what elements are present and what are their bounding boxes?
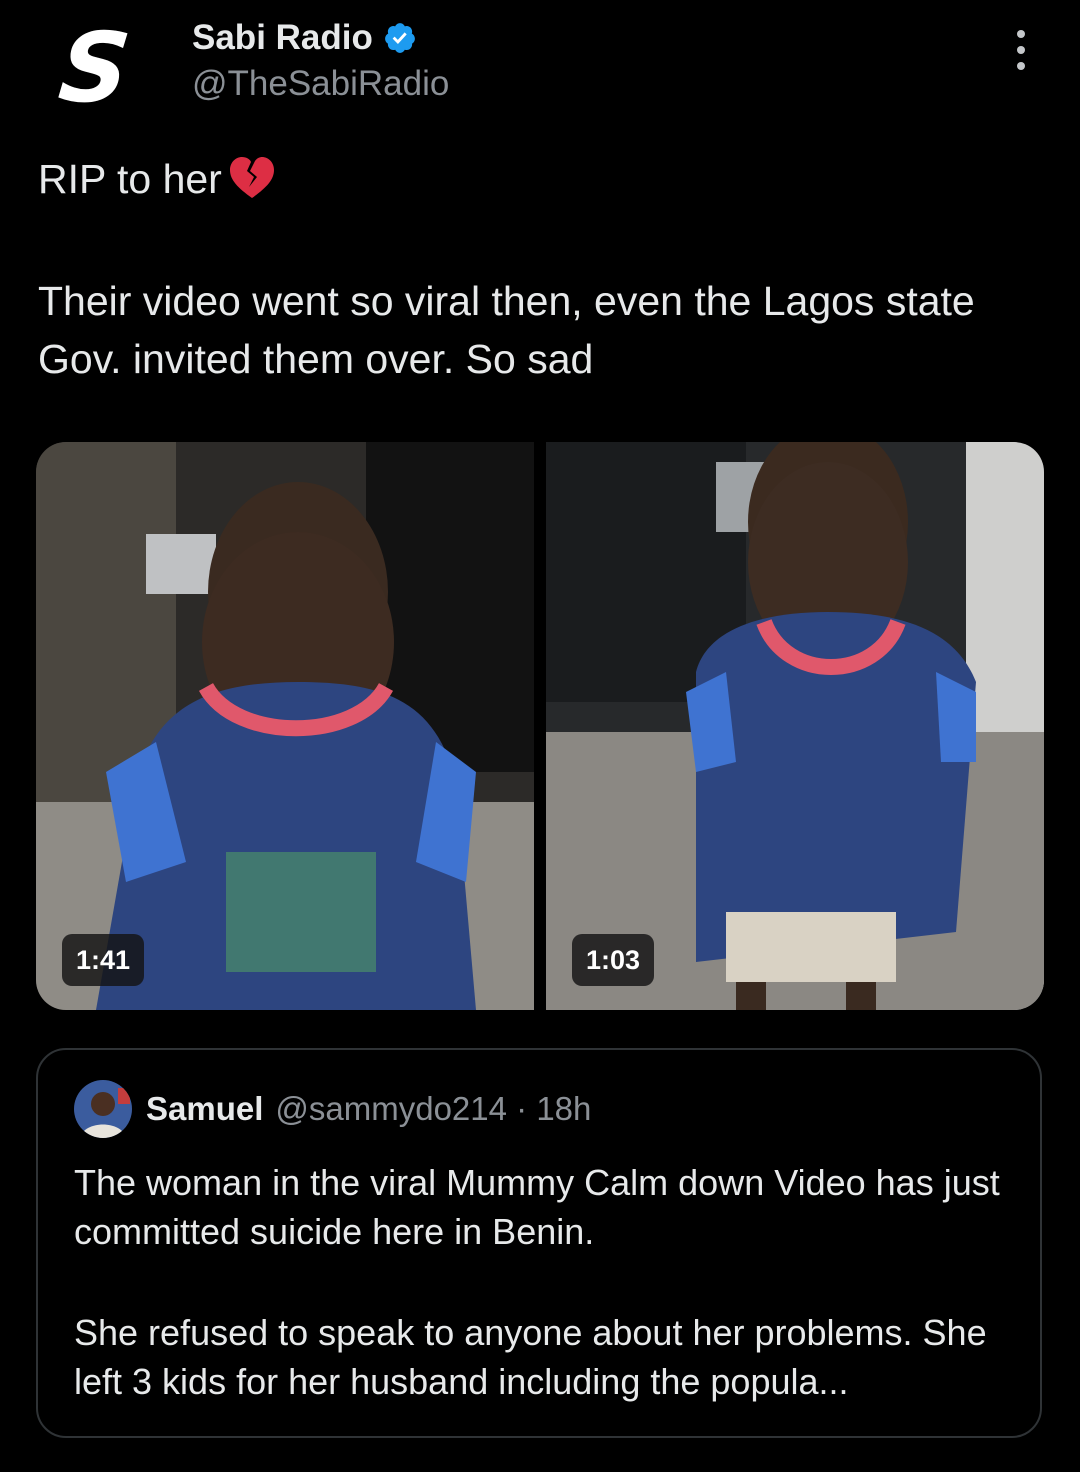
more-options-icon[interactable] — [1008, 30, 1034, 74]
quoted-author-name[interactable]: Samuel — [146, 1090, 263, 1128]
video-duration-1: 1:41 — [62, 934, 145, 986]
video-thumbnail-1[interactable]: 1:41 — [36, 442, 534, 1010]
video-2-image — [546, 442, 1044, 1010]
quoted-author-meta: @sammydo214 · 18h — [275, 1090, 592, 1127]
verified-badge-icon — [385, 23, 415, 53]
post-text-line1: RIP to her — [38, 150, 276, 208]
author-handle[interactable]: @TheSabiRadio — [192, 64, 449, 104]
quoted-author-avatar[interactable] — [74, 1080, 132, 1138]
quoted-post-paragraph-2: She refused to speak to anyone about her… — [74, 1312, 987, 1402]
quoted-post-card[interactable]: Samuel @sammydo214 · 18h The woman in th… — [36, 1048, 1042, 1438]
quoted-post-header: Samuel @sammydo214 · 18h — [74, 1080, 591, 1138]
video-duration-2: 1:03 — [572, 934, 655, 986]
author-name-row[interactable]: Sabi Radio — [192, 18, 417, 58]
author-avatar[interactable]: S — [54, 12, 146, 124]
quoted-post-paragraph-1: The woman in the viral Mummy Calm down V… — [74, 1162, 1000, 1252]
post-text-rip: RIP to her — [38, 156, 222, 202]
video-thumbnail-2[interactable]: 1:03 — [546, 442, 1044, 1010]
author-display-name[interactable]: Sabi Radio — [192, 18, 373, 58]
avatar-image — [74, 1080, 132, 1138]
video-1-image — [36, 442, 534, 1010]
post-header: S Sabi Radio @TheSabiRadio — [0, 0, 1080, 130]
media-grid: 1:41 1:03 — [36, 442, 1044, 1010]
broken-heart-icon — [229, 157, 274, 199]
post-text-line2: Their video went so viral then, even the… — [38, 278, 975, 382]
